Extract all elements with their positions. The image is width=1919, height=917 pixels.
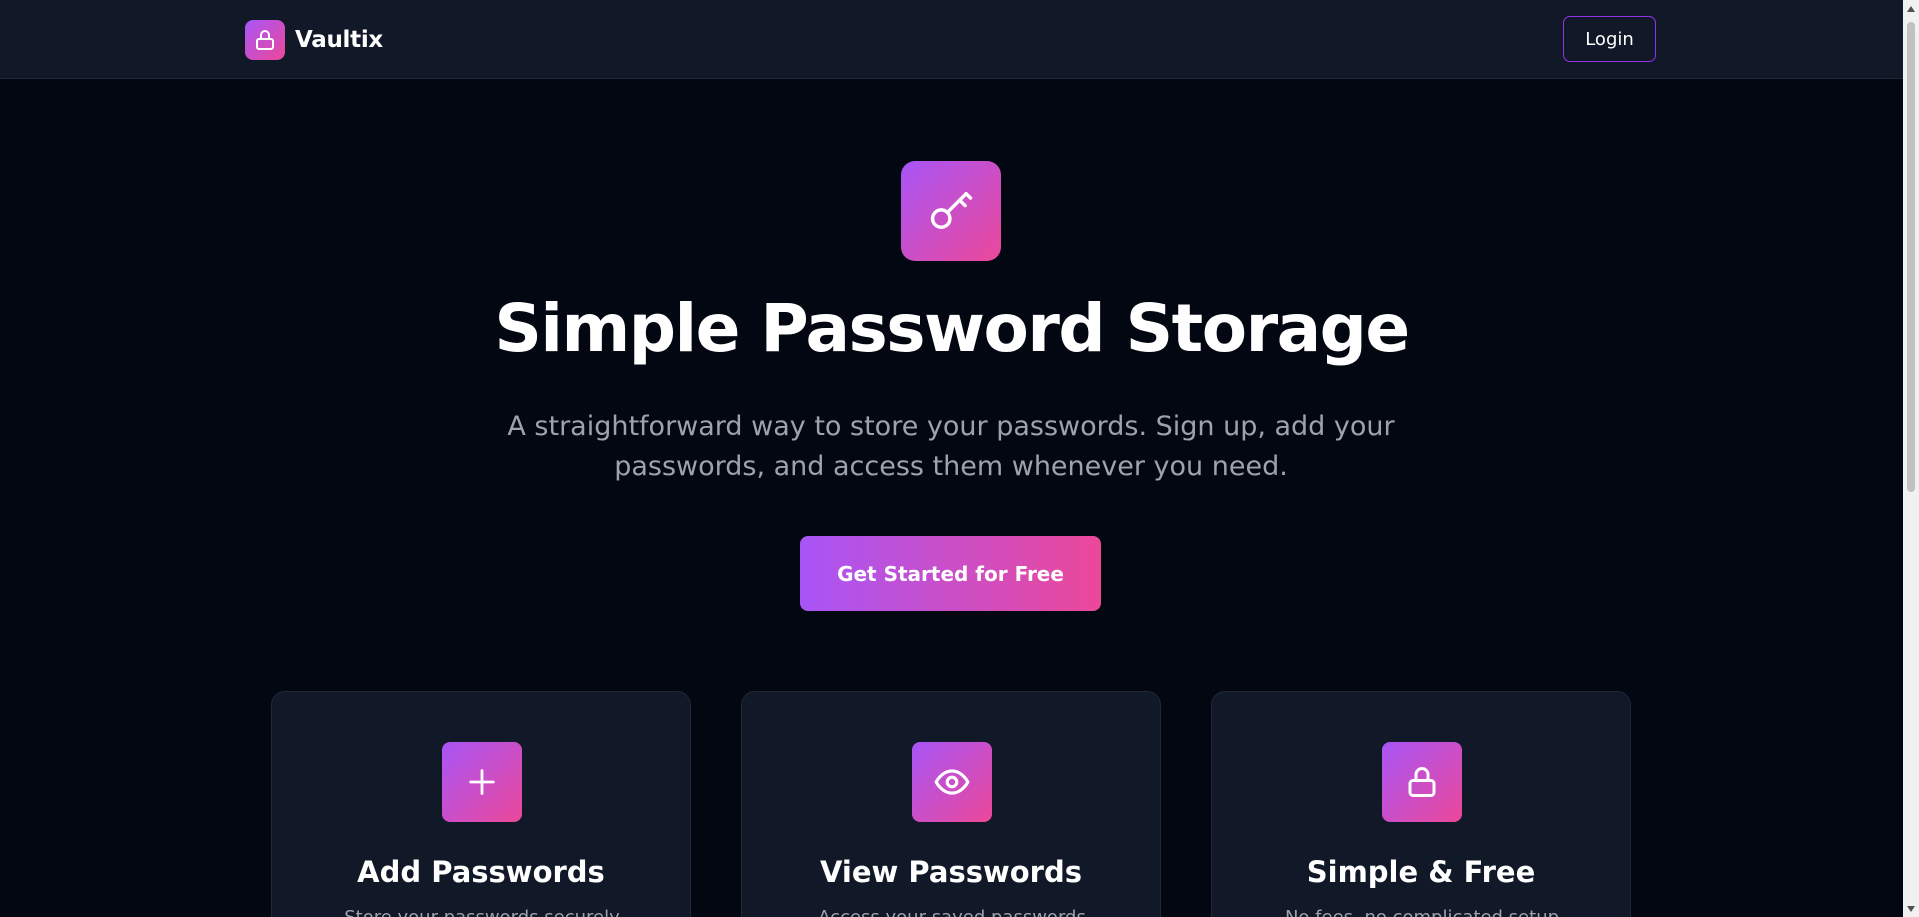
eye-icon — [934, 769, 970, 795]
hero-subtitle: A straightforward way to store your pass… — [507, 411, 1395, 482]
hero-title: Simple Password Storage — [494, 290, 1410, 367]
page: Vaultix Login Simple Password Storage A … — [0, 0, 1919, 917]
feature-description: Access your saved passwords — [772, 907, 1132, 917]
feature-title: View Passwords — [819, 855, 1083, 889]
lock-icon — [256, 30, 274, 50]
feature-description: No fees, no complicated setup — [1242, 907, 1602, 917]
get-started-button[interactable]: Get Started for Free — [800, 536, 1101, 611]
feature-card-view-passwords: View Passwords Access your saved passwor… — [741, 691, 1161, 917]
feature-card-simple-free: Simple & Free No fees, no complicated se… — [1211, 691, 1631, 917]
scrollbar-thumb[interactable] — [1907, 22, 1915, 492]
top-navbar: Vaultix Login — [0, 0, 1903, 79]
viewport: Vaultix Login Simple Password Storage A … — [0, 0, 1903, 917]
lock-icon — [1408, 767, 1436, 797]
brand[interactable]: Vaultix — [245, 20, 383, 60]
login-button[interactable]: Login — [1563, 16, 1656, 62]
feature-icon-box — [912, 742, 992, 822]
feature-title: Add Passwords — [357, 855, 605, 889]
feature-title: Simple & Free — [1306, 855, 1536, 889]
vertical-scrollbar[interactable] — [1903, 0, 1919, 917]
feature-icon-box — [442, 742, 522, 822]
brand-logo — [245, 20, 285, 60]
plus-icon — [469, 769, 495, 795]
feature-card-add-passwords: Add Passwords Store your passwords secur… — [271, 691, 691, 917]
brand-name: Vaultix — [295, 27, 383, 53]
scroll-up-arrow-icon[interactable] — [1903, 0, 1919, 17]
scroll-down-arrow-icon[interactable] — [1903, 900, 1919, 917]
feature-description: Store your passwords securely — [302, 907, 662, 917]
key-icon — [930, 191, 973, 229]
feature-icon-box — [1382, 742, 1462, 822]
hero-icon — [901, 161, 1001, 261]
